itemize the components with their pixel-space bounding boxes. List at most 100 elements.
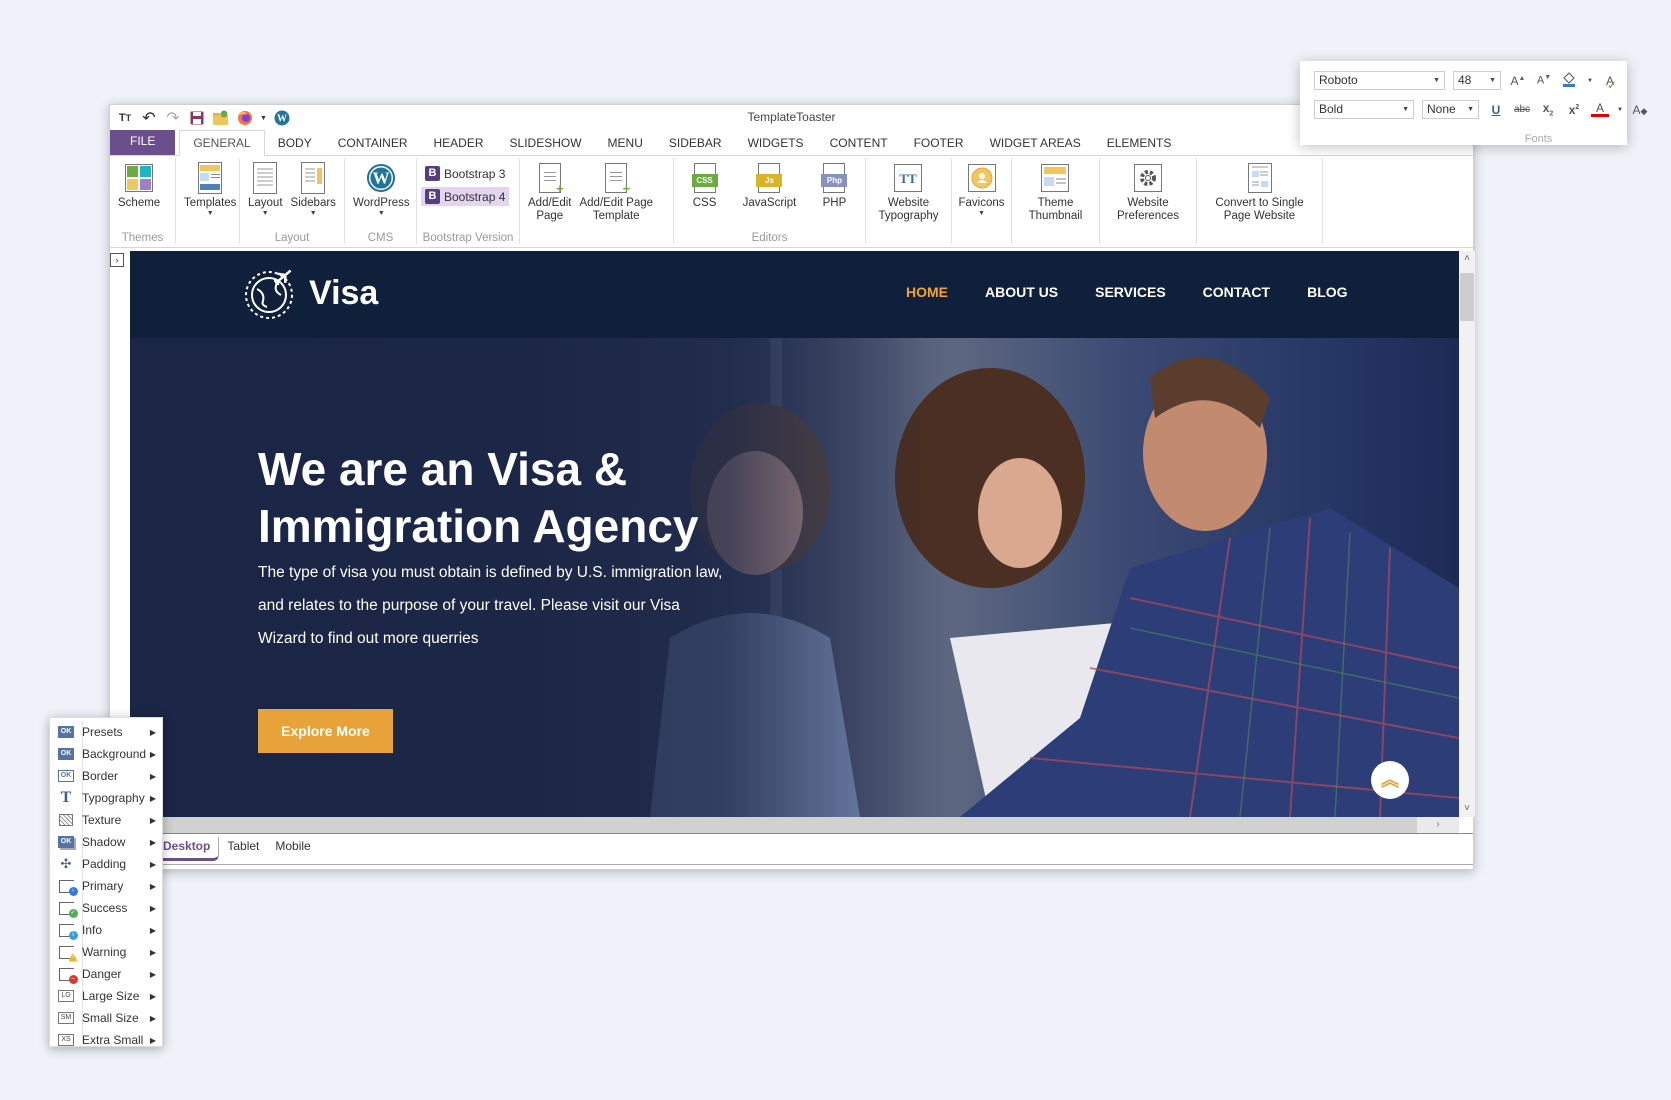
- font-family-select[interactable]: Roboto ▼: [1314, 71, 1445, 90]
- strikethrough-icon[interactable]: abc: [1513, 104, 1531, 115]
- design-canvas[interactable]: Visa HOME ABOUT US SERVICES CONTACT BLOG: [130, 251, 1459, 817]
- tab-sidebar[interactable]: SIDEBAR: [656, 131, 735, 155]
- scroll-right-arrow[interactable]: ›: [1417, 817, 1459, 833]
- tab-content[interactable]: CONTENT: [817, 131, 901, 155]
- menu-item-padding[interactable]: ✣ Padding ▶: [50, 853, 162, 875]
- hero-slideshow[interactable]: We are an Visa & Immigration Agency The …: [130, 338, 1459, 817]
- typography-label-1: Website: [887, 197, 930, 209]
- highlight-color-icon[interactable]: [1561, 71, 1579, 90]
- menu-item-label: Large Size: [82, 989, 140, 1003]
- sidebars-button[interactable]: Sidebars ▼: [287, 162, 340, 218]
- firefox-preview-icon[interactable]: [236, 109, 254, 127]
- underline-icon[interactable]: U: [1487, 103, 1505, 117]
- site-logo[interactable]: Visa: [243, 265, 378, 321]
- bootstrap-3-option[interactable]: B Bootstrap 3: [421, 164, 509, 183]
- vertical-scrollbar[interactable]: ˄ ˅: [1459, 251, 1475, 817]
- bootstrap-4-option[interactable]: B Bootstrap 4: [421, 187, 510, 206]
- convert-single-page-button[interactable]: Convert to Single Page Website: [1211, 162, 1307, 223]
- superscript-icon[interactable]: x2: [1565, 103, 1583, 117]
- layout-button[interactable]: Layout ▼: [244, 162, 287, 218]
- site-header[interactable]: Visa HOME ABOUT US SERVICES CONTACT BLOG: [130, 251, 1459, 338]
- app-title: TemplateToaster: [747, 110, 836, 124]
- tab-container[interactable]: CONTAINER: [325, 131, 421, 155]
- hero-description[interactable]: The type of visa you must obtain is defi…: [258, 556, 728, 655]
- tab-slideshow[interactable]: SLIDESHOW: [497, 131, 595, 155]
- highlight-dropdown-caret[interactable]: ▼: [1587, 78, 1593, 84]
- hero-title[interactable]: We are an Visa & Immigration Agency: [258, 441, 778, 555]
- tab-footer[interactable]: FOOTER: [901, 131, 977, 155]
- css-editor-button[interactable]: CSS CSS: [686, 162, 724, 210]
- text-size-icon[interactable]: TT: [116, 109, 134, 127]
- undo-icon[interactable]: ↶: [140, 109, 158, 127]
- menu-item-typography[interactable]: T Typography ▶: [50, 787, 162, 809]
- javascript-editor-button[interactable]: Js JavaScript: [739, 162, 801, 210]
- expand-panel-button[interactable]: ›: [110, 253, 124, 267]
- device-tab-mobile[interactable]: Mobile: [267, 837, 318, 861]
- font-size-select[interactable]: 48 ▼: [1453, 71, 1501, 90]
- clear-format-icon[interactable]: A◆: [1631, 103, 1649, 117]
- nav-home[interactable]: HOME: [906, 284, 948, 300]
- favicons-button[interactable]: Favicons ▼: [954, 162, 1008, 218]
- wordpress-button[interactable]: W WordPress ▼: [349, 162, 414, 218]
- tab-general[interactable]: GENERAL: [179, 130, 265, 156]
- tab-elements[interactable]: ELEMENTS: [1094, 131, 1185, 155]
- menu-item-warning[interactable]: ! Warning ▶: [50, 941, 162, 963]
- nav-services[interactable]: SERVICES: [1095, 284, 1166, 300]
- redo-icon[interactable]: ↷: [164, 109, 182, 127]
- tab-body[interactable]: BODY: [265, 131, 325, 155]
- tab-menu[interactable]: MENU: [595, 131, 656, 155]
- add-edit-page-button[interactable]: + Add/Edit Page: [524, 162, 575, 223]
- device-tab-tablet[interactable]: Tablet: [219, 837, 267, 861]
- font-color-dropdown-caret[interactable]: ▼: [1617, 107, 1623, 113]
- menu-item-extra-small[interactable]: XS Extra Small ▶: [50, 1029, 162, 1051]
- tab-file[interactable]: FILE: [110, 130, 176, 155]
- add-edit-page-template-button[interactable]: + Add/Edit Page Template: [575, 162, 657, 223]
- menu-item-info[interactable]: i Info ▶: [50, 919, 162, 941]
- grow-font-icon[interactable]: A▲: [1509, 74, 1527, 88]
- menu-item-danger[interactable]: – Danger ▶: [50, 963, 162, 985]
- nav-about-us[interactable]: ABOUT US: [985, 284, 1058, 300]
- small-size-icon: SM: [58, 1012, 74, 1024]
- tab-widgets[interactable]: WIDGETS: [735, 131, 817, 155]
- nav-contact[interactable]: CONTACT: [1203, 284, 1270, 300]
- php-editor-button[interactable]: Php PHP: [815, 162, 853, 210]
- subscript-icon[interactable]: x2: [1539, 101, 1557, 117]
- menu-item-large-size[interactable]: LG Large Size ▶: [50, 985, 162, 1007]
- wordpress-icon[interactable]: W: [273, 109, 291, 127]
- group-pages: + Add/Edit Page + Add/Edit Page Template: [520, 158, 674, 244]
- menu-item-small-size[interactable]: SM Small Size ▶: [50, 1007, 162, 1029]
- scroll-up-arrow[interactable]: ˄: [1459, 251, 1475, 267]
- group-editors: CSS CSS Js JavaScript Php PHP Editors: [674, 158, 866, 244]
- tab-widget-areas[interactable]: WIDGET AREAS: [977, 131, 1094, 155]
- explore-more-button[interactable]: Explore More: [258, 709, 393, 753]
- spellcheck-icon[interactable]: A ✓: [1601, 74, 1619, 92]
- text-decoration-select[interactable]: None ▼: [1422, 100, 1479, 119]
- website-preferences-button[interactable]: Website Preferences: [1113, 162, 1183, 223]
- preview-dropdown-caret[interactable]: ▼: [260, 115, 267, 122]
- menu-item-primary[interactable]: › Primary ▶: [50, 875, 162, 897]
- theme-thumbnail-button[interactable]: Theme Thumbnail: [1025, 162, 1087, 223]
- menu-item-border[interactable]: OK Border ▶: [50, 765, 162, 787]
- save-icon[interactable]: [188, 109, 206, 127]
- tab-header[interactable]: HEADER: [421, 131, 497, 155]
- menu-item-success[interactable]: ✓ Success ▶: [50, 897, 162, 919]
- menu-item-presets[interactable]: OK Presets ▶: [50, 721, 162, 743]
- menu-item-texture[interactable]: Texture ▶: [50, 809, 162, 831]
- scheme-button[interactable]: Scheme: [114, 162, 164, 210]
- horizontal-scrollbar[interactable]: ›: [130, 817, 1459, 833]
- templates-button[interactable]: Templates ▼: [180, 162, 240, 218]
- menu-item-shadow[interactable]: OK Shadow ▶: [50, 831, 162, 853]
- device-tab-desktop[interactable]: Desktop: [155, 837, 220, 861]
- shrink-font-icon[interactable]: A▼: [1535, 74, 1553, 87]
- group-label-cms: CMS: [367, 232, 394, 244]
- device-preview-bar: Desktop Tablet Mobile: [110, 833, 1473, 865]
- website-typography-button[interactable]: TT Website Typography: [874, 162, 942, 223]
- nav-blog[interactable]: BLOG: [1307, 284, 1347, 300]
- open-folder-icon[interactable]: [212, 109, 230, 127]
- font-color-icon[interactable]: A: [1591, 102, 1609, 117]
- scrollbar-thumb[interactable]: [1460, 273, 1474, 321]
- font-weight-select[interactable]: Bold ▼: [1314, 100, 1414, 119]
- scroll-to-top-button[interactable]: ︽: [1371, 761, 1409, 799]
- menu-item-background[interactable]: OK Background ▶: [50, 743, 162, 765]
- scroll-down-arrow[interactable]: ˅: [1459, 801, 1475, 817]
